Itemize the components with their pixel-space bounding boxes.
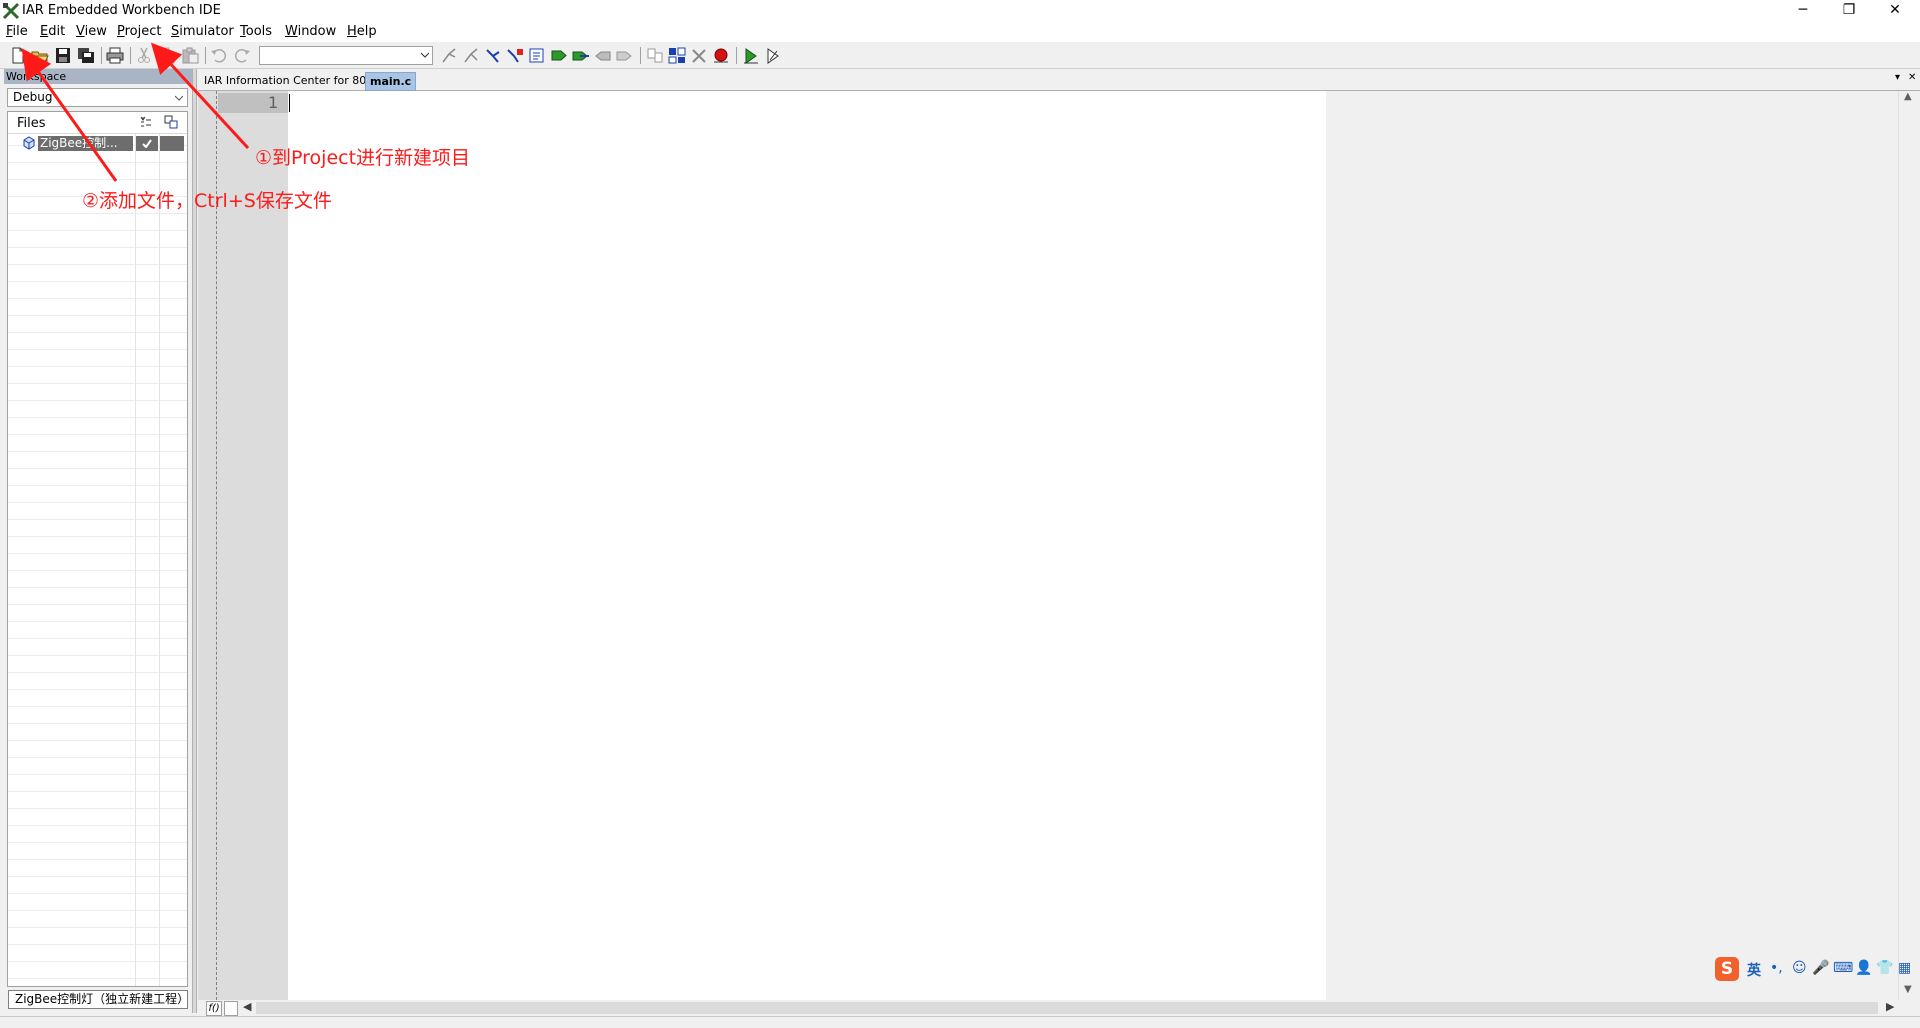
ime-language-toggle[interactable]: 英	[1747, 960, 1761, 980]
close-tab-icon[interactable]: ✕	[1908, 72, 1916, 83]
column-divider	[159, 112, 160, 986]
chevron-down-icon	[175, 95, 183, 101]
editor-tab-bar: IAR Information Center for 8051 main.c ▾…	[198, 69, 1920, 91]
text-caret	[289, 94, 290, 112]
microphone-icon[interactable]: 🎤	[1812, 960, 1829, 976]
minimize-button[interactable]: ─	[1780, 0, 1826, 22]
scroll-up-icon[interactable]: ▲	[1904, 91, 1914, 102]
menu-bar: File Edit View Project Simulator Tools W…	[0, 22, 1920, 42]
horizontal-scroll-row: f() ◀ ▶	[198, 1000, 1920, 1016]
stop-build-icon[interactable]	[690, 47, 708, 64]
new-file-icon[interactable]	[9, 47, 27, 64]
find-next-icon[interactable]	[462, 47, 480, 64]
undo-icon[interactable]	[210, 47, 228, 64]
project-extra-cell	[160, 136, 184, 151]
replace-icon[interactable]	[506, 47, 524, 64]
menu-window[interactable]: Window	[285, 24, 336, 39]
scroll-right-icon[interactable]: ▶	[1886, 1000, 1894, 1013]
files-column-header: Files	[8, 112, 187, 134]
horizontal-scrollbar[interactable]	[256, 1002, 1878, 1014]
workspace-header: Workspace	[4, 69, 192, 84]
column-divider	[135, 112, 136, 986]
project-cube-icon	[23, 136, 35, 150]
redo-icon[interactable]	[233, 47, 251, 64]
annotation-step1: ①到Project进行新建项目	[255, 147, 471, 169]
function-navigator-button[interactable]: f()	[206, 1001, 222, 1016]
tab-list-dropdown-icon[interactable]: ▾	[1895, 72, 1900, 83]
tab-information-center[interactable]: IAR Information Center for 8051	[200, 72, 384, 89]
toolbar-separator	[736, 47, 737, 64]
project-check-cell	[136, 136, 158, 151]
iar-app-icon	[2, 2, 20, 20]
main-toolbar	[0, 43, 1920, 69]
open-folder-icon[interactable]	[31, 47, 49, 64]
configuration-dropdown[interactable]: Debug	[7, 88, 188, 107]
next-bookmark-icon[interactable]	[572, 47, 590, 64]
workspace-file-tree[interactable]: Files ZigBee控制...	[7, 111, 188, 987]
title-bar: IAR Embedded Workbench IDE ─ ❐ ✕	[0, 0, 1920, 22]
cut-icon[interactable]	[135, 47, 153, 64]
paste-icon[interactable]	[181, 47, 199, 64]
keyboard-icon[interactable]: ⌨	[1833, 960, 1853, 976]
make-icon[interactable]	[668, 47, 686, 64]
options-column-icon[interactable]	[139, 115, 153, 129]
menu-edit[interactable]: Edit	[40, 24, 65, 39]
menu-view[interactable]: View	[76, 24, 107, 39]
bookmark-icon[interactable]	[550, 47, 568, 64]
toolbar-separator	[205, 47, 206, 64]
debug-without-download-icon[interactable]	[764, 47, 782, 64]
editor-right-margin	[1326, 91, 1898, 1000]
scroll-down-icon[interactable]: ▼	[1904, 984, 1914, 995]
project-node[interactable]: ZigBee控制...	[22, 136, 184, 151]
vertical-scrollbar[interactable]: ▲ ▼	[1898, 91, 1919, 1000]
punctuation-icon[interactable]: •,	[1770, 960, 1783, 976]
previous-bookmark-icon[interactable]	[594, 47, 612, 64]
toolbar-separator	[130, 47, 131, 64]
window-title: IAR Embedded Workbench IDE	[22, 3, 221, 18]
checkmark-icon	[142, 139, 152, 148]
tab-main-c[interactable]: main.c	[365, 72, 417, 91]
close-button[interactable]: ✕	[1872, 0, 1918, 22]
find-previous-icon[interactable]	[484, 47, 502, 64]
menu-file[interactable]: File	[6, 24, 28, 39]
files-label: Files	[17, 116, 46, 131]
compile-icon[interactable]	[646, 47, 664, 64]
find-icon[interactable]	[440, 47, 458, 64]
line-number: 1	[268, 93, 279, 112]
ime-toolbar: S 英 •, ☺ 🎤 ⌨ 👤 👕 ▦	[1712, 955, 1920, 983]
menu-help[interactable]: Help	[347, 24, 377, 39]
user-icon[interactable]: 👤	[1855, 960, 1872, 976]
sogou-logo-icon[interactable]: S	[1715, 957, 1739, 981]
copy-icon[interactable]	[158, 47, 176, 64]
chevron-down-icon	[421, 52, 429, 58]
download-and-debug-icon[interactable]	[742, 47, 760, 64]
configuration-value: Debug	[13, 90, 53, 104]
code-editor[interactable]: 1	[198, 91, 1898, 1000]
save-all-icon[interactable]	[77, 47, 95, 64]
workspace-project-tab[interactable]: ZigBee控制灯（独立新建工程）	[8, 990, 188, 1009]
go-to-icon[interactable]	[528, 47, 546, 64]
toggle-breakpoint-icon[interactable]	[712, 47, 730, 64]
project-name: ZigBee控制...	[38, 136, 133, 151]
menu-simulator[interactable]: Simulator	[171, 24, 234, 39]
toolbar-separator	[640, 47, 641, 64]
skin-icon[interactable]: 👕	[1876, 960, 1893, 976]
toolbar-separator	[101, 47, 102, 64]
status-bar	[0, 1016, 1920, 1028]
annotation-step2: ②添加文件，Ctrl+S保存文件	[82, 190, 332, 212]
line-number-gutter	[198, 91, 288, 1000]
fold-margin	[216, 91, 217, 1000]
navigate-forward-icon[interactable]	[616, 47, 634, 64]
menu-project[interactable]: Project	[117, 24, 162, 39]
save-icon[interactable]	[54, 47, 72, 64]
menu-tools[interactable]: Tools	[240, 24, 272, 39]
scroll-left-icon[interactable]: ◀	[243, 1000, 251, 1013]
file-column-icon[interactable]	[164, 115, 178, 129]
emoji-icon[interactable]: ☺	[1792, 960, 1807, 976]
print-icon[interactable]	[106, 47, 124, 64]
split-view-button[interactable]	[224, 1001, 238, 1016]
find-combobox[interactable]	[259, 46, 433, 65]
maximize-button[interactable]: ❐	[1826, 0, 1872, 22]
toolbox-grid-icon[interactable]: ▦	[1898, 960, 1911, 976]
